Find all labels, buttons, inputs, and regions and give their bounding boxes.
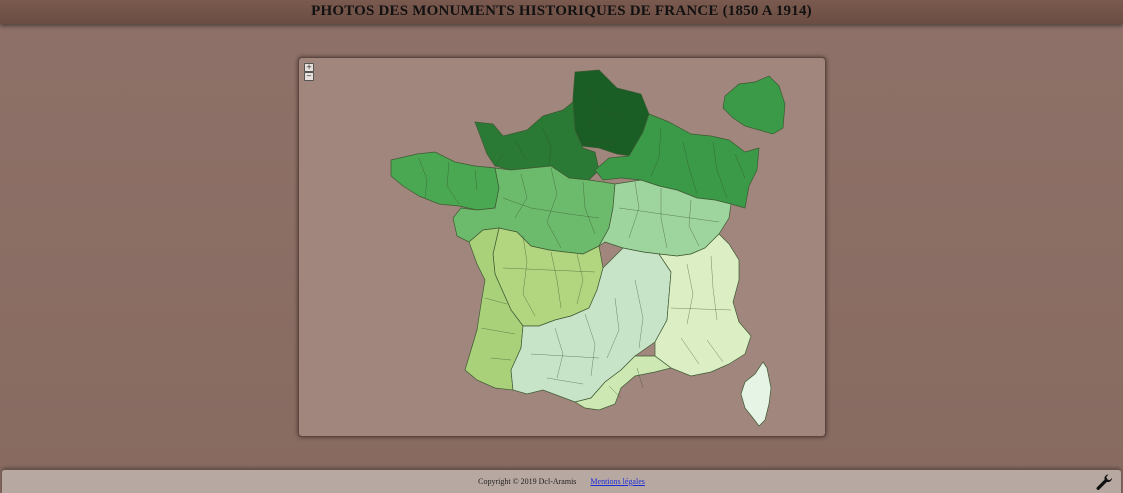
- map-panel[interactable]: + −: [298, 57, 826, 437]
- legal-notice-link[interactable]: Mentions légales: [590, 477, 644, 486]
- region-est-enclave[interactable]: [722, 75, 786, 135]
- page-title: PHOTOS DES MONUMENTS HISTORIQUES DE FRAN…: [311, 3, 812, 19]
- france-map[interactable]: [299, 58, 825, 436]
- wrench-icon[interactable]: [1095, 473, 1113, 491]
- footer-text: Copyright © 2019 Dcl-Aramis Mentions lég…: [2, 477, 1121, 486]
- copyright-text: Copyright © 2019 Dcl-Aramis: [478, 477, 577, 486]
- footer-bar: Copyright © 2019 Dcl-Aramis Mentions lég…: [2, 469, 1121, 493]
- region-sud-est[interactable]: [654, 233, 752, 377]
- page: PHOTOS DES MONUMENTS HISTORIQUES DE FRAN…: [0, 0, 1123, 493]
- region-bretagne[interactable]: [390, 151, 500, 211]
- header-bar: PHOTOS DES MONUMENTS HISTORIQUES DE FRAN…: [0, 0, 1123, 24]
- region-corse[interactable]: [740, 361, 772, 427]
